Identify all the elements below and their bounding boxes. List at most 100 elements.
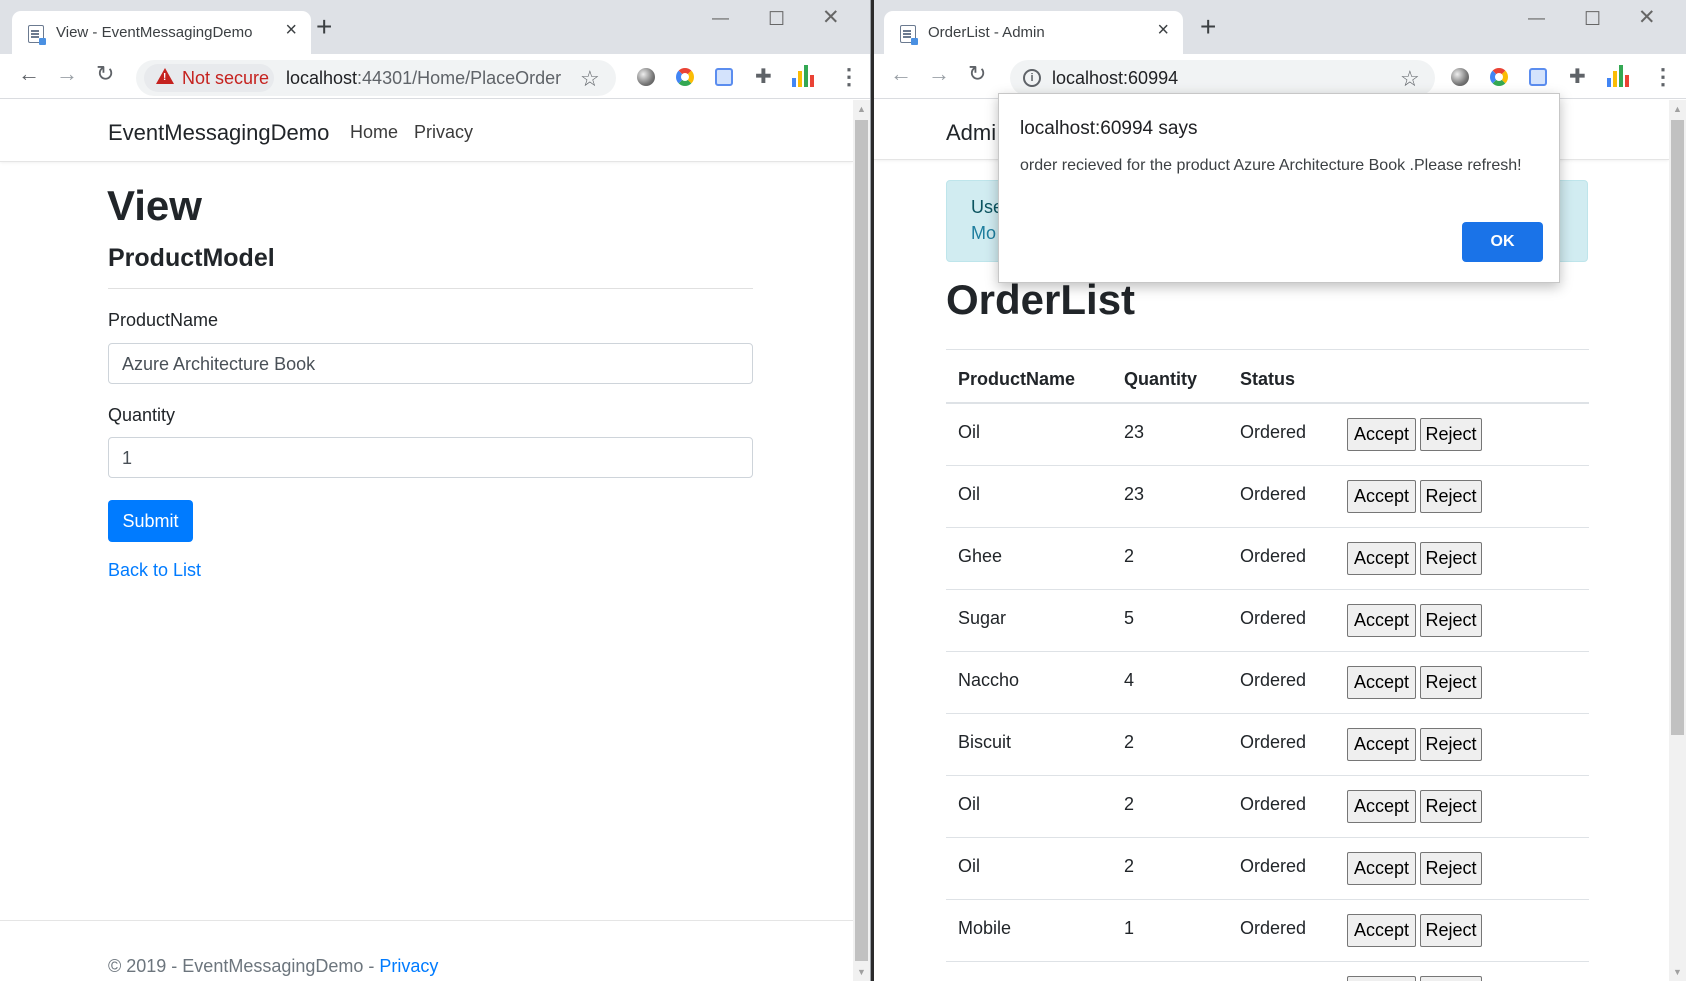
back-to-list-link[interactable]: Back to List: [108, 560, 201, 581]
close-window-icon[interactable]: ✕: [1638, 5, 1656, 30]
row-status: Ordered: [1240, 608, 1307, 628]
right-scrollbar[interactable]: ▲ ▼: [1669, 100, 1686, 981]
reject-button[interactable]: Reject: [1420, 852, 1482, 885]
close-tab-icon[interactable]: ×: [285, 20, 297, 40]
extension-circle-icon[interactable]: [1451, 68, 1469, 86]
tab-strip: View - EventMessagingDemo × + — ☐ ✕: [0, 0, 870, 54]
reject-button[interactable]: Reject: [1420, 418, 1482, 451]
reject-button[interactable]: Reject: [1420, 604, 1482, 637]
tab-orderlist-admin[interactable]: OrderList - Admin ×: [884, 11, 1183, 54]
dialog-message: order recieved for the product Azure Arc…: [1020, 157, 1522, 174]
back-arrow-icon[interactable]: ←: [18, 63, 40, 85]
reject-button[interactable]: Reject: [1420, 480, 1482, 513]
scroll-thumb[interactable]: [855, 120, 868, 961]
minimize-icon[interactable]: —: [712, 8, 729, 28]
security-chip[interactable]: Not secure: [144, 64, 274, 92]
brand-link[interactable]: EventMessagingDemo: [108, 120, 329, 146]
col-quantity: Quantity: [1124, 369, 1198, 389]
submit-button[interactable]: Submit: [108, 500, 193, 542]
scroll-down-icon[interactable]: ▼: [1673, 967, 1682, 977]
accept-button[interactable]: Accept: [1347, 604, 1416, 637]
extensions-puzzle-icon[interactable]: ✚: [755, 67, 773, 87]
accept-button[interactable]: Accept: [1347, 728, 1416, 761]
extension-screen-icon[interactable]: [1529, 68, 1547, 86]
info-icon[interactable]: i: [1023, 69, 1041, 87]
accept-button[interactable]: Accept: [1347, 852, 1416, 885]
bookmark-star-icon[interactable]: ☆: [1400, 66, 1420, 92]
brand-link[interactable]: Admi: [946, 120, 996, 146]
alert-dialog: localhost:60994 says order recieved for …: [998, 93, 1560, 283]
minimize-icon[interactable]: —: [1528, 8, 1545, 28]
address-bar[interactable]: i localhost:60994 ☆: [1010, 60, 1435, 96]
nav-home[interactable]: Home: [350, 122, 398, 143]
row-status: Ordered: [1240, 794, 1307, 814]
forward-arrow-icon[interactable]: →: [928, 63, 950, 85]
site-navbar: EventMessagingDemo Home Privacy: [0, 100, 853, 162]
extension-screen-icon[interactable]: [715, 68, 733, 86]
accept-button[interactable]: Accept: [1347, 480, 1416, 513]
footer-privacy-link[interactable]: Privacy: [379, 956, 438, 976]
new-tab-icon[interactable]: +: [1200, 13, 1216, 41]
bookmark-star-icon[interactable]: ☆: [580, 66, 600, 92]
left-browser-window: View - EventMessagingDemo × + — ☐ ✕ ← → …: [0, 0, 871, 981]
row-status: Ordered: [1240, 484, 1307, 504]
close-tab-icon[interactable]: ×: [1157, 20, 1169, 40]
extension-circle-icon[interactable]: [637, 68, 655, 86]
table-row: Oil 23 Ordered Accept Reject: [946, 404, 1589, 466]
maximize-icon[interactable]: ☐: [768, 8, 785, 31]
close-window-icon[interactable]: ✕: [822, 5, 840, 30]
browser-toolbar: ← → ↻ Not secure localhost:44301/Home/Pl…: [0, 54, 870, 99]
forward-arrow-icon[interactable]: →: [56, 63, 78, 85]
extensions-puzzle-icon[interactable]: ✚: [1569, 67, 1587, 87]
table-row: Oil 2 Ordered Accept Reject: [946, 776, 1589, 838]
reject-button[interactable]: Reject: [1420, 914, 1482, 947]
extension-chart-icon[interactable]: [792, 65, 814, 87]
kebab-menu-icon[interactable]: ⋮: [1652, 64, 1674, 90]
row-status: Ordered: [1240, 918, 1307, 938]
reject-button[interactable]: Reject: [1420, 790, 1482, 823]
new-tab-icon[interactable]: +: [316, 13, 332, 41]
address-bar[interactable]: Not secure localhost:44301/Home/PlaceOrd…: [136, 60, 616, 96]
row-quantity: 2: [1124, 856, 1135, 876]
reject-button[interactable]: Reject: [1420, 542, 1482, 575]
row-quantity: 2: [1124, 732, 1135, 752]
scroll-up-icon[interactable]: ▲: [857, 104, 866, 114]
accept-button[interactable]: Accept: [1347, 976, 1416, 981]
row-product: Oil: [958, 422, 980, 442]
extension-color-wheel-icon[interactable]: [1490, 68, 1508, 86]
row-status: Ordered: [1240, 422, 1307, 442]
accept-button[interactable]: Accept: [1347, 914, 1416, 947]
product-name-label: ProductName: [108, 310, 219, 330]
reject-button[interactable]: Reject: [1420, 976, 1482, 981]
scroll-down-icon[interactable]: ▼: [857, 967, 866, 977]
accept-button[interactable]: Accept: [1347, 790, 1416, 823]
extension-chart-icon[interactable]: [1607, 65, 1629, 87]
table-row: Oil 23 Ordered Accept Reject: [946, 466, 1589, 528]
nav-privacy[interactable]: Privacy: [414, 122, 473, 143]
left-scrollbar[interactable]: ▲ ▼: [853, 100, 870, 981]
table-row: Mobile 1 Ordered Accept Reject: [946, 900, 1589, 962]
maximize-icon[interactable]: ☐: [1584, 8, 1601, 31]
accept-button[interactable]: Accept: [1347, 542, 1416, 575]
quantity-input[interactable]: 1: [108, 437, 753, 478]
reject-button[interactable]: Reject: [1420, 728, 1482, 761]
row-quantity: 2: [1124, 794, 1135, 814]
accept-button[interactable]: Accept: [1347, 666, 1416, 699]
row-product: Ghee: [958, 546, 1003, 566]
dialog-ok-button[interactable]: OK: [1462, 222, 1543, 262]
kebab-menu-icon[interactable]: ⋮: [838, 64, 860, 90]
reject-button[interactable]: Reject: [1420, 666, 1482, 699]
row-quantity: 2: [1124, 546, 1135, 566]
scroll-up-icon[interactable]: ▲: [1673, 104, 1682, 114]
scroll-thumb[interactable]: [1671, 120, 1684, 735]
reload-icon[interactable]: ↻: [96, 63, 114, 85]
accept-button[interactable]: Accept: [1347, 418, 1416, 451]
back-arrow-icon[interactable]: ←: [890, 63, 912, 85]
extension-color-wheel-icon[interactable]: [676, 68, 694, 86]
tab-view-eventmessagingdemo[interactable]: View - EventMessagingDemo ×: [12, 11, 311, 54]
reload-icon[interactable]: ↻: [968, 63, 986, 85]
product-name-input[interactable]: Azure Architecture Book: [108, 343, 753, 384]
table-header: ProductName Quantity Status: [946, 349, 1589, 404]
row-quantity: 4: [1124, 670, 1135, 690]
alert-text-line2[interactable]: Mo: [971, 223, 996, 244]
